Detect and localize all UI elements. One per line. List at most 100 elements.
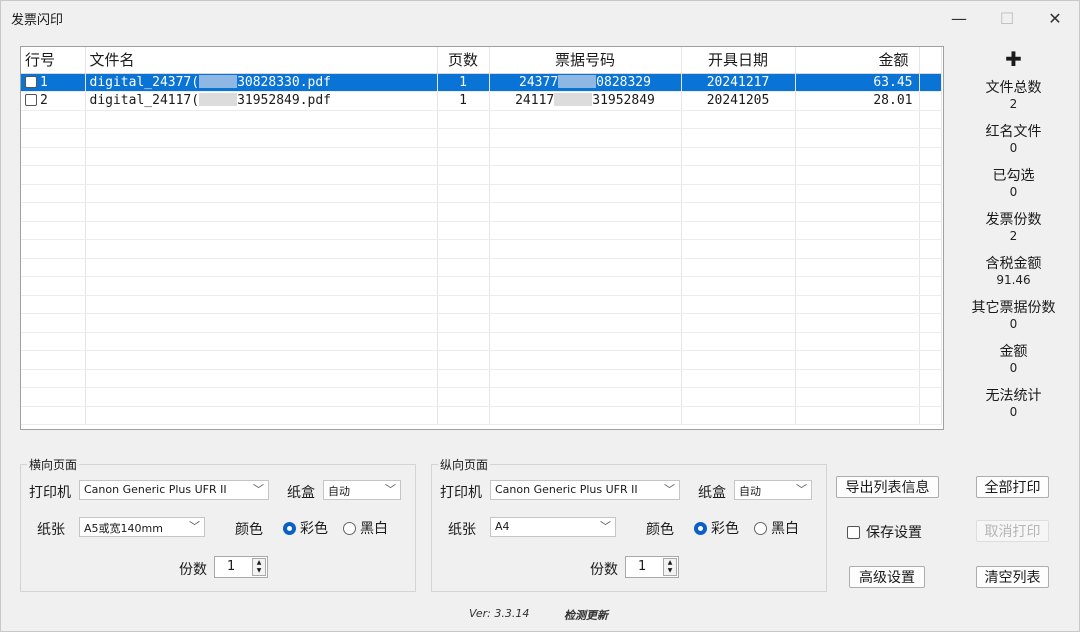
invoice-no-part: 24117 xyxy=(515,93,555,109)
paper-select[interactable]: A5或宽140mm ﹀ xyxy=(79,517,205,537)
paper-select[interactable]: A4 ﹀ xyxy=(490,517,616,537)
checkbox-icon xyxy=(847,525,860,539)
redacted-block xyxy=(558,74,597,88)
col-header-row[interactable]: 行号 xyxy=(21,47,86,74)
file-name-part: digital_24117( xyxy=(89,93,200,109)
chevron-down-icon: ﹀ xyxy=(385,483,396,496)
chevron-down-icon: ﹀ xyxy=(600,520,611,533)
empty-row xyxy=(21,332,942,351)
stat-red-files: 红名文件 0 xyxy=(985,124,1042,155)
empty-row xyxy=(21,239,942,259)
empty-row xyxy=(21,165,942,185)
save-settings-checkbox[interactable]: 保存设置 xyxy=(847,522,922,542)
color-radio[interactable]: 彩色 xyxy=(283,518,328,538)
spin-arrows-icon[interactable]: ▲ ▼ xyxy=(663,558,677,576)
app-window: 发票闪印 — ☐ ✕ 行号 文件名 页数 票据号码 开具日期 金额 1 digi… xyxy=(0,0,1080,632)
bw-radio[interactable]: 黑白 xyxy=(343,518,388,538)
title-bar: 发票闪印 — ☐ ✕ xyxy=(1,1,1079,35)
table-row[interactable]: 2 digital_24117( 31952849.pdf 1 24117 3195… xyxy=(21,91,942,111)
paper-label: 纸张 xyxy=(448,522,476,538)
chevron-down-icon: ﹀ xyxy=(253,483,264,496)
close-icon: ✕ xyxy=(1048,8,1062,28)
empty-row xyxy=(21,110,942,129)
close-button[interactable]: ✕ xyxy=(1035,5,1075,31)
tray-select[interactable]: 自动 ﹀ xyxy=(734,480,812,500)
col-header-spacer xyxy=(919,47,942,74)
advanced-settings-button[interactable]: 高级设置 xyxy=(849,566,925,588)
check-update-link[interactable]: 检测更新 xyxy=(564,607,608,623)
redacted-block xyxy=(554,93,593,107)
tray-label: 纸盒 xyxy=(698,485,726,501)
tray-label: 纸盒 xyxy=(287,485,315,501)
copies-stepper[interactable]: 1 ▲ ▼ xyxy=(214,556,268,578)
redacted-block xyxy=(199,93,238,107)
printer-label: 打印机 xyxy=(29,485,71,501)
invoice-no-part: 24377 xyxy=(519,74,559,90)
empty-row xyxy=(21,202,942,222)
col-header-amount[interactable]: 金额 xyxy=(795,47,920,74)
print-all-button[interactable]: 全部打印 xyxy=(976,476,1049,498)
group-title: 纵向页面 xyxy=(438,456,491,473)
printer-select[interactable]: Canon Generic Plus UFR II ﹀ xyxy=(490,480,680,500)
radio-selected-icon xyxy=(694,521,707,535)
landscape-group: 横向页面 打印机 Canon Generic Plus UFR II ﹀ 纸盒 自… xyxy=(20,456,416,592)
chevron-down-icon: ﹀ xyxy=(189,520,200,533)
cancel-print-button[interactable]: 取消打印 xyxy=(976,520,1049,542)
empty-row xyxy=(21,276,942,296)
tray-select[interactable]: 自动 ﹀ xyxy=(323,480,401,500)
amount: 28.01 xyxy=(795,91,920,111)
plus-icon[interactable]: ✚ xyxy=(956,45,1071,77)
maximize-button[interactable]: ☐ xyxy=(987,5,1027,31)
printer-select[interactable]: Canon Generic Plus UFR II ﹀ xyxy=(79,480,269,500)
stat-invoice-count: 发票份数 2 xyxy=(985,212,1042,243)
table-row[interactable]: 1 digital_24377(30828330.pdf 1 24377 0828… xyxy=(21,73,942,92)
empty-row xyxy=(21,221,942,240)
empty-row xyxy=(21,313,942,333)
stat-file-total: 文件总数 2 xyxy=(985,80,1042,111)
portrait-group: 纵向页面 打印机 Canon Generic Plus UFR II ﹀ 纸盒 自… xyxy=(431,456,827,592)
col-header-date[interactable]: 开具日期 xyxy=(681,47,796,74)
radio-empty-icon xyxy=(343,521,356,535)
row-number: 2 xyxy=(40,93,48,109)
bw-radio[interactable]: 黑白 xyxy=(754,518,799,538)
color-radio[interactable]: 彩色 xyxy=(694,518,739,538)
empty-row xyxy=(21,406,942,425)
minimize-button[interactable]: — xyxy=(939,5,979,31)
radio-empty-icon xyxy=(754,521,767,535)
page-count: 1 xyxy=(437,91,490,111)
invoice-no-part: 31952849 xyxy=(592,93,655,109)
file-name-part: digital_24377( xyxy=(89,74,200,90)
issue-date: 20241205 xyxy=(681,91,796,111)
row-number: 1 xyxy=(40,74,48,90)
redacted-block xyxy=(199,74,238,88)
minimize-icon: — xyxy=(951,8,967,28)
empty-row xyxy=(21,258,942,277)
export-list-button[interactable]: 导出列表信息 xyxy=(836,476,939,498)
version-label: Ver: 3.3.14 xyxy=(469,607,530,620)
color-label: 颜色 xyxy=(235,522,263,538)
stat-other-count: 其它票据份数 0 xyxy=(971,300,1056,331)
copies-stepper[interactable]: 1 ▲ ▼ xyxy=(625,556,679,578)
printer-label: 打印机 xyxy=(440,485,482,501)
row-checkbox[interactable] xyxy=(25,94,37,107)
stat-uncounted: 无法统计 0 xyxy=(985,388,1042,419)
empty-row xyxy=(21,184,942,203)
spin-arrows-icon[interactable]: ▲ ▼ xyxy=(252,558,266,576)
col-header-invoice-no[interactable]: 票据号码 xyxy=(489,47,682,74)
window-title: 发票闪印 xyxy=(11,13,64,28)
group-title: 横向页面 xyxy=(27,456,80,473)
clear-list-button[interactable]: 清空列表 xyxy=(976,566,1049,588)
empty-row xyxy=(21,295,942,314)
file-name-part: 31952849.pdf xyxy=(237,93,331,109)
file-table[interactable]: 行号 文件名 页数 票据号码 开具日期 金额 1 digital_24377( 3… xyxy=(20,46,944,430)
empty-row xyxy=(21,147,942,166)
row-checkbox[interactable] xyxy=(25,75,37,88)
empty-row xyxy=(21,350,942,370)
col-header-pages[interactable]: 页数 xyxy=(437,47,490,74)
file-name-part: 30828330.pdf xyxy=(237,74,331,90)
paper-label: 纸张 xyxy=(37,522,65,538)
col-header-filename[interactable]: 文件名 xyxy=(85,47,438,74)
table-header: 行号 文件名 页数 票据号码 开具日期 金额 xyxy=(21,47,942,74)
issue-date: 20241217 xyxy=(681,73,796,92)
chevron-down-icon: ﹀ xyxy=(664,483,675,496)
